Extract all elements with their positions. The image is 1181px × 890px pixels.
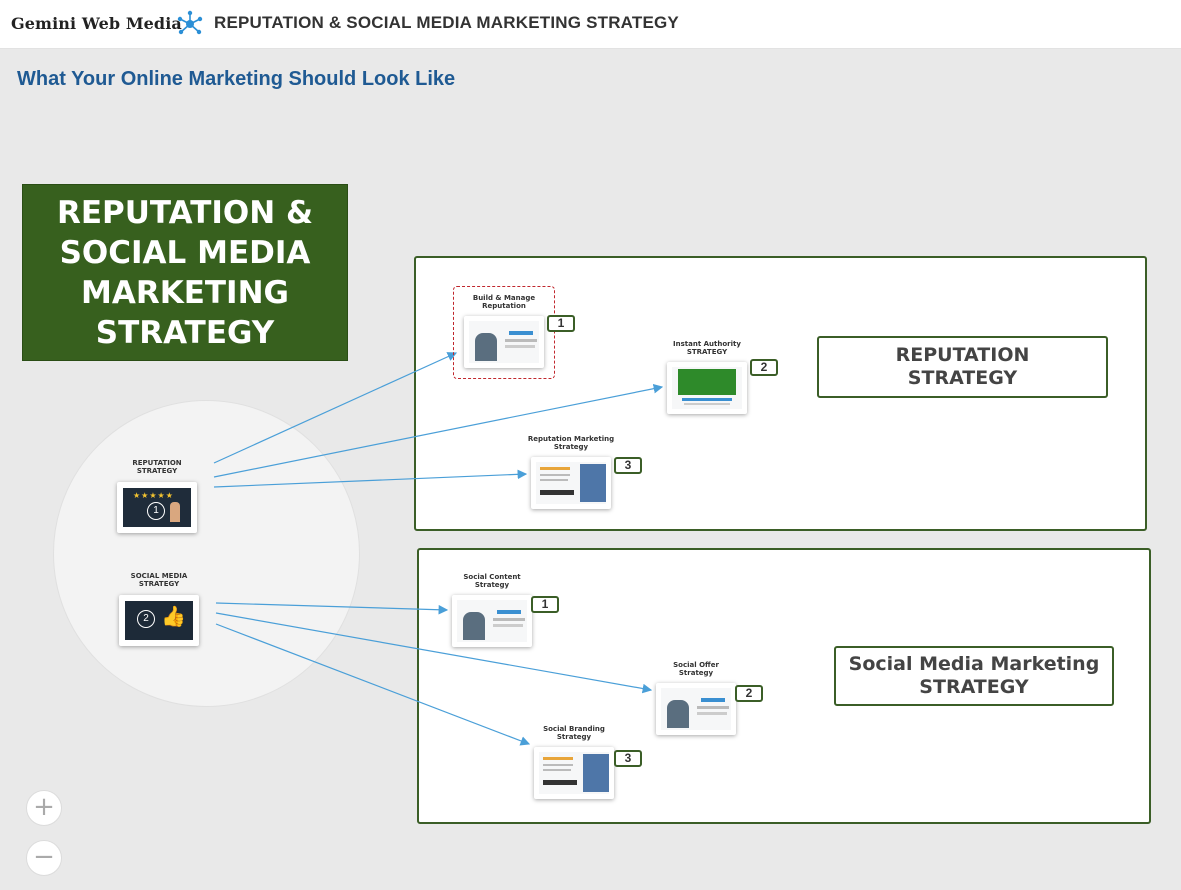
hub-reputation-caption: REPUTATION STRATEGY bbox=[132, 459, 182, 475]
rep-item-1-thumb[interactable] bbox=[464, 316, 544, 368]
text-bar bbox=[540, 474, 570, 476]
thumbs-up-icon: 👍 bbox=[161, 606, 186, 628]
text-bar bbox=[540, 479, 568, 481]
star-bar bbox=[543, 780, 577, 785]
headline-bar bbox=[701, 698, 725, 702]
person-photo bbox=[475, 333, 497, 361]
soc-item-3-number[interactable]: 3 bbox=[614, 750, 642, 767]
soc-item-1-number[interactable]: 1 bbox=[531, 596, 559, 613]
rep-item-1-caption: Build & Manage Reputation bbox=[472, 294, 536, 310]
link-rep-1 bbox=[213, 352, 458, 464]
link-rep-3 bbox=[213, 469, 528, 488]
headline-bar bbox=[497, 610, 521, 614]
link-soc-2 bbox=[215, 612, 653, 694]
headline-bar bbox=[509, 331, 533, 335]
person-photo bbox=[580, 464, 606, 502]
link-soc-1 bbox=[215, 602, 449, 615]
text-bar bbox=[697, 712, 727, 715]
text-bar bbox=[505, 339, 537, 342]
hand-pointer-icon bbox=[170, 502, 180, 522]
rep-item-3-number[interactable]: 3 bbox=[614, 457, 642, 474]
soc-item-3-thumb[interactable] bbox=[534, 747, 614, 799]
rep-item-2-thumb[interactable] bbox=[667, 362, 747, 414]
rep-item-3-thumb[interactable] bbox=[531, 457, 611, 509]
text-bar bbox=[697, 706, 729, 709]
headline-bar bbox=[540, 467, 570, 470]
text-bar bbox=[493, 618, 525, 621]
star-bar bbox=[540, 490, 574, 495]
text-bar bbox=[684, 403, 730, 405]
text-bar bbox=[493, 624, 523, 627]
star-rating-icon: ★★★★★ bbox=[133, 491, 174, 500]
hub-reputation-node[interactable]: ★★★★★ 1 bbox=[117, 482, 197, 533]
rep-item-2-number[interactable]: 2 bbox=[750, 359, 778, 376]
zoom-in-button[interactable]: + bbox=[26, 790, 62, 826]
headline-bar bbox=[543, 757, 573, 760]
text-bar bbox=[543, 769, 571, 771]
text-bar bbox=[543, 764, 573, 766]
person-photo bbox=[583, 754, 609, 792]
soc-item-2-caption: Social Offer Strategy bbox=[673, 661, 719, 677]
soc-item-2-thumb[interactable] bbox=[656, 683, 736, 735]
text-bar bbox=[682, 398, 732, 401]
person-photo bbox=[463, 612, 485, 640]
hub-social-node[interactable]: 2 👍 bbox=[119, 595, 199, 646]
video-frame bbox=[678, 369, 736, 395]
zoom-out-button[interactable]: − bbox=[26, 840, 62, 876]
rep-item-2-caption: Instant Authority STRATEGY bbox=[673, 340, 741, 356]
rep-item-1-number[interactable]: 1 bbox=[547, 315, 575, 332]
hub-social-number: 2 bbox=[137, 610, 155, 628]
soc-item-2-number[interactable]: 2 bbox=[735, 685, 763, 702]
soc-item-1-thumb[interactable] bbox=[452, 595, 532, 647]
hub-reputation-number: 1 bbox=[147, 502, 165, 520]
person-photo bbox=[667, 700, 689, 728]
hub-social-caption: SOCIAL MEDIA STRATEGY bbox=[130, 572, 188, 588]
rep-item-3-caption: Reputation Marketing Strategy bbox=[527, 435, 615, 451]
soc-item-1-caption: Social Content Strategy bbox=[463, 573, 521, 589]
soc-item-3-caption: Social Branding Strategy bbox=[543, 725, 605, 741]
text-bar bbox=[505, 345, 535, 348]
